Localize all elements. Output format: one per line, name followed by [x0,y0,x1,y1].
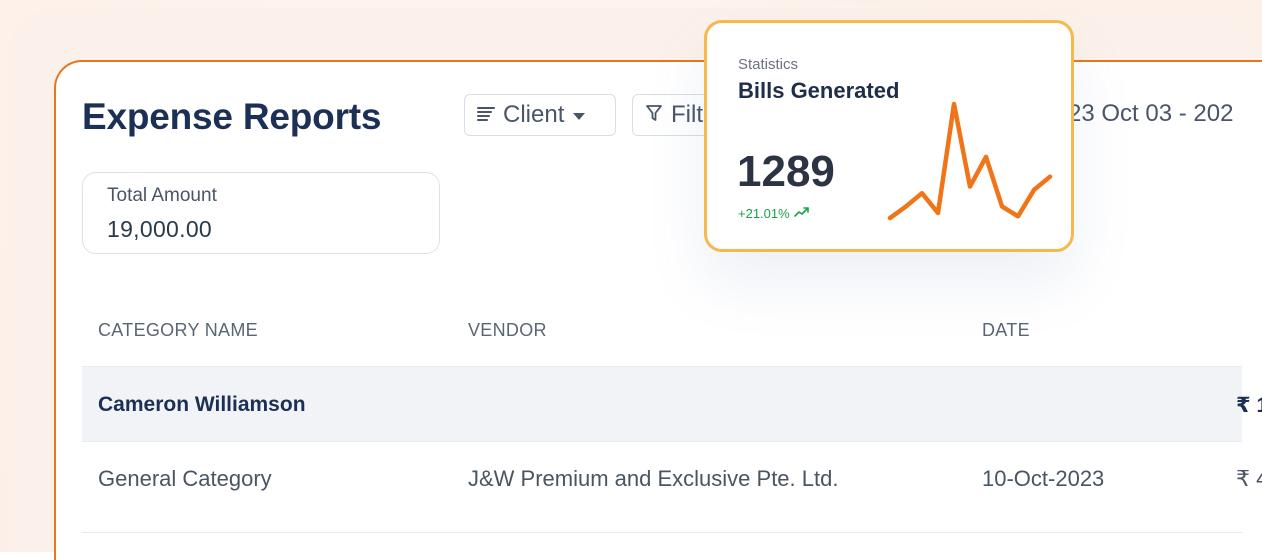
lines-icon [477,101,495,129]
table-header: CATEGORY NAME VENDOR DATE [82,298,1242,366]
bills-sparkline [887,101,1053,221]
header-category-name: CATEGORY NAME [98,320,258,340]
trend-up-icon [793,206,810,221]
table-row[interactable]: General Category J&W Premium and Exclusi… [82,441,1262,533]
stats-value: 1289 [737,147,835,196]
category-cell: General Category [98,466,272,491]
header-vendor: VENDOR [468,320,547,340]
expense-table: CATEGORY NAME VENDOR DATE Cameron Willia… [82,298,1262,533]
bills-generated-card: Statistics Bills Generated 1289 +21.01% [704,20,1074,252]
date-cell: 10-Oct-2023 [982,466,1105,491]
filter-label: Filt [671,101,703,128]
group-name: Cameron Williamson [98,393,306,416]
stats-title: Bills Generated [738,78,900,103]
funnel-icon [645,101,663,129]
caret-down-icon [572,101,586,129]
date-range[interactable]: 23 Oct 03 - 202 [1068,100,1233,128]
page-title: Expense Reports [82,96,382,137]
total-amount-label: Total Amount [107,185,217,206]
vendor-cell: J&W Premium and Exclusive Pte. Ltd. [468,466,839,491]
table-row-group[interactable]: Cameron Williamson ₹ 1 [82,366,1262,441]
client-label: Client [503,101,565,128]
stats-change-value: +21.01% [738,206,790,221]
header-date: DATE [982,320,1030,340]
total-amount-value: 19,000.00 [107,216,213,242]
amount-cell: ₹ 4 [1236,466,1262,491]
stats-change: +21.01% [738,206,810,221]
group-amount: ₹ 1 [1236,394,1262,417]
stats-kicker: Statistics [738,56,799,73]
client-dropdown[interactable]: Client [464,94,616,136]
total-amount-card: Total Amount 19,000.00 [82,172,440,254]
expense-report-panel: Expense Reports Client Filt 23 Oct 03 - … [54,60,1262,560]
